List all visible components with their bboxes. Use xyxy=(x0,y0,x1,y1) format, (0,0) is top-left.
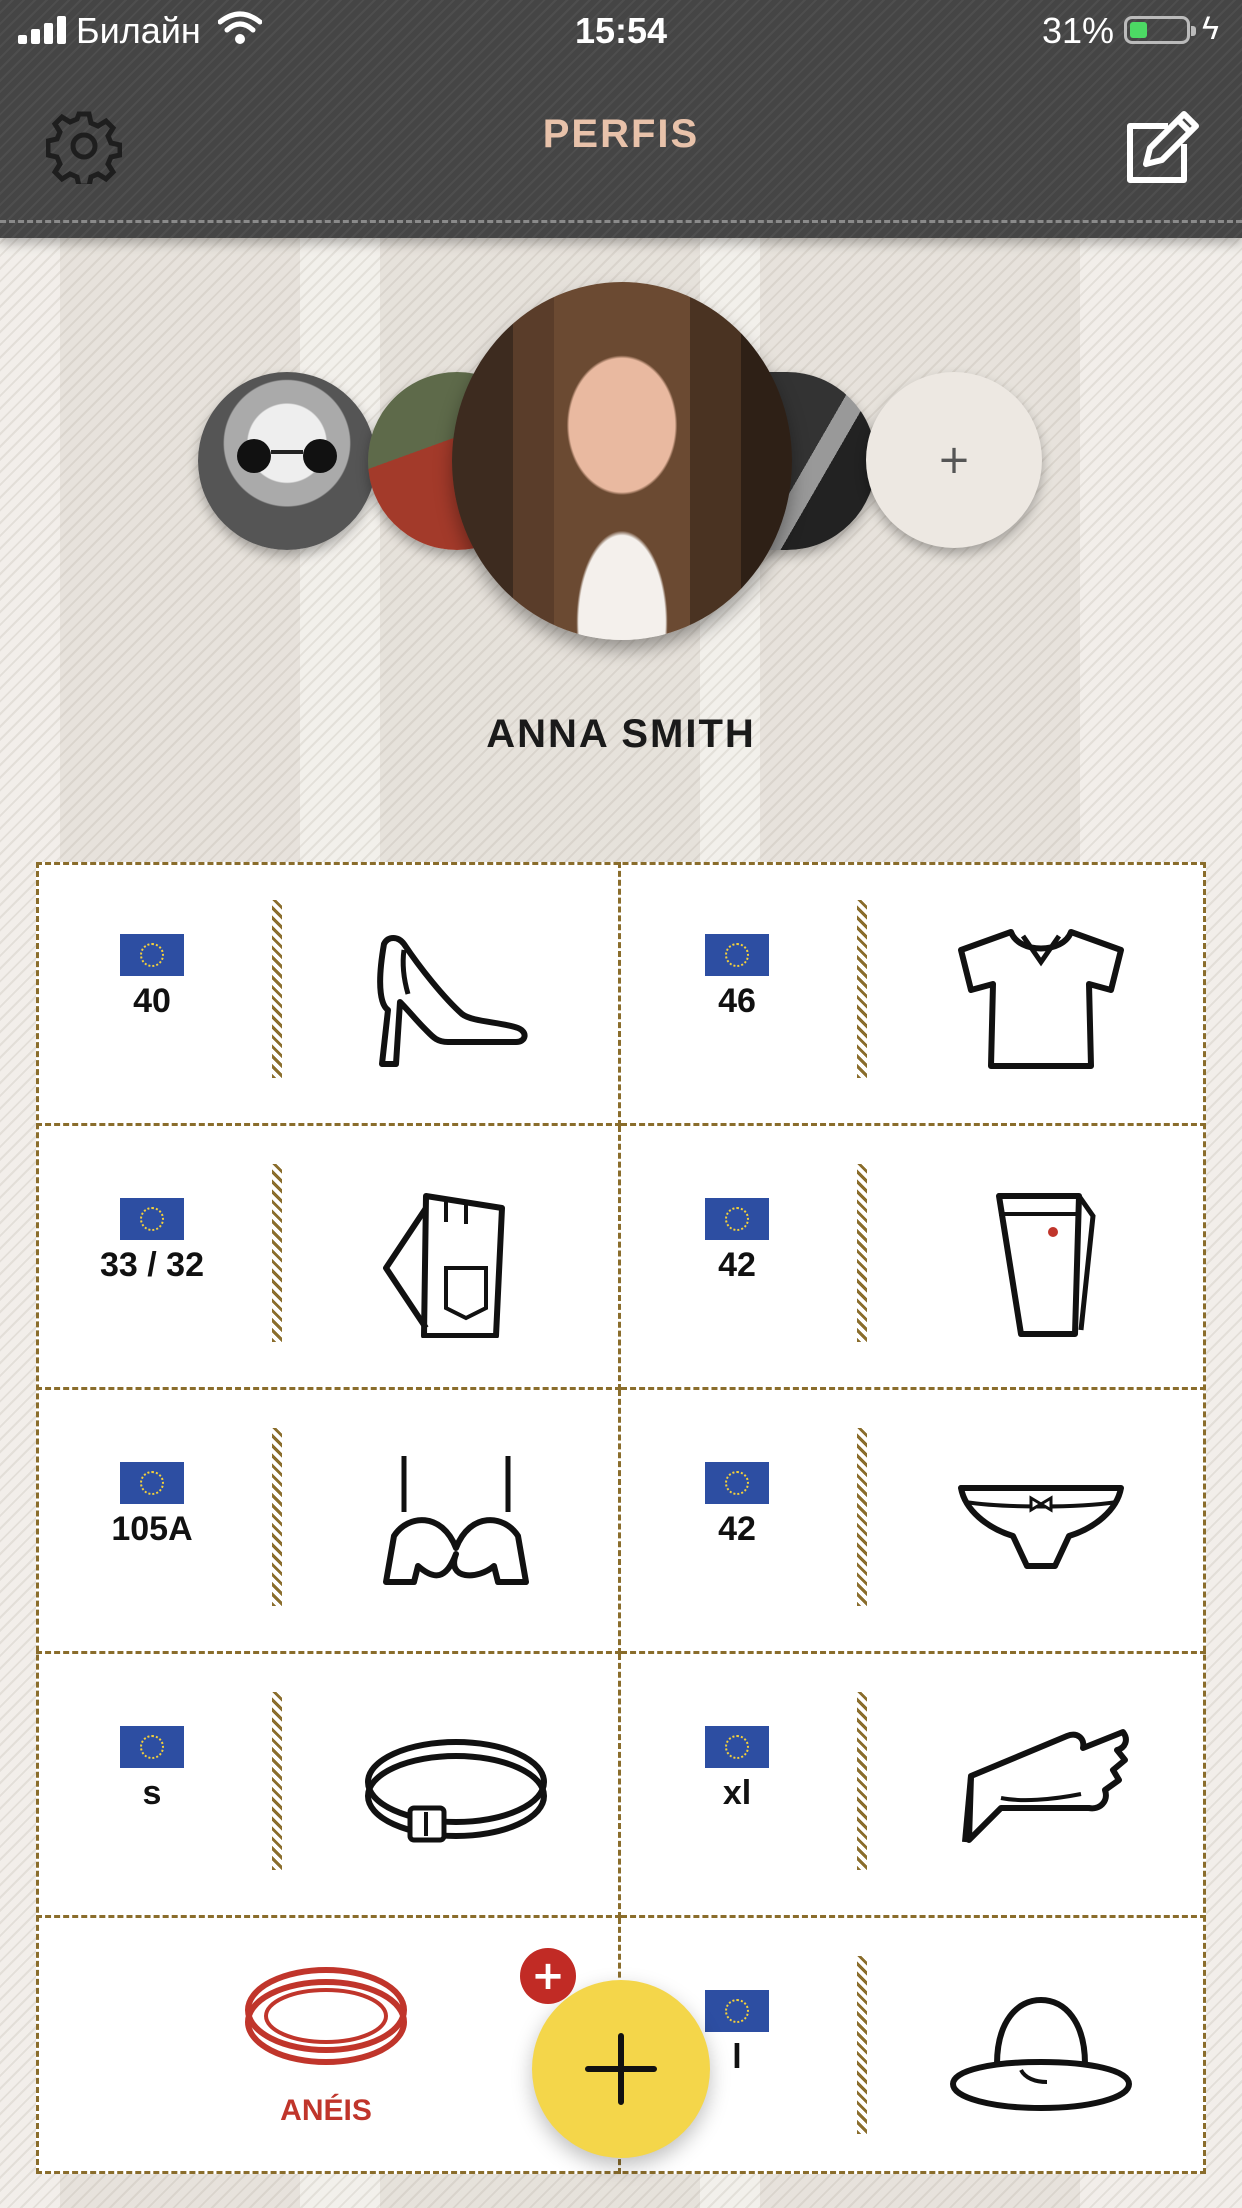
divider xyxy=(272,900,282,1078)
size-card-belt[interactable]: s xyxy=(36,1654,621,1918)
eu-flag-icon xyxy=(705,1726,769,1768)
size-value: 42 xyxy=(718,1246,756,1284)
plus-icon xyxy=(585,2033,657,2105)
size-value: xl xyxy=(722,1774,752,1812)
size-value: 105A xyxy=(111,1510,193,1548)
eu-flag-icon xyxy=(120,1726,184,1768)
hat-icon xyxy=(949,1996,1133,2112)
edit-button[interactable] xyxy=(1122,108,1202,188)
size-card-trousers[interactable]: 42 xyxy=(621,1126,1206,1390)
divider xyxy=(857,1692,867,1870)
trousers-icon xyxy=(996,1193,1096,1337)
top-bar: Билайн 15:54 31% ϟ PERFIS xyxy=(0,0,1242,238)
battery-percent: 31% xyxy=(1042,10,1115,51)
size-value: 46 xyxy=(718,982,756,1020)
add-item-button[interactable] xyxy=(532,1980,710,2158)
edit-icon xyxy=(1127,111,1199,183)
divider xyxy=(272,1428,282,1606)
active-profile-avatar[interactable] xyxy=(452,282,792,640)
eu-flag-icon xyxy=(705,1990,769,2032)
eu-flag-icon xyxy=(705,934,769,976)
size-card-jeans[interactable]: 33 / 32 xyxy=(36,1126,621,1390)
divider xyxy=(857,1956,867,2134)
size-card-panties[interactable]: 42 xyxy=(621,1390,1206,1654)
size-card-shoes[interactable]: 40 xyxy=(36,862,621,1126)
add-badge[interactable]: + xyxy=(520,1948,576,2004)
status-bar: Билайн 15:54 31% ϟ xyxy=(0,0,1242,62)
add-profile-button[interactable]: + xyxy=(866,372,1042,548)
size-value: 33 / 32 xyxy=(100,1246,204,1284)
ring-icon xyxy=(245,1967,407,2065)
size-value: s xyxy=(142,1774,162,1812)
battery-icon xyxy=(1124,16,1196,44)
divider xyxy=(857,900,867,1078)
eu-flag-icon xyxy=(120,1198,184,1240)
profile-avatar-1[interactable] xyxy=(198,372,376,550)
gloves-icon xyxy=(962,1729,1129,1843)
charging-icon: ϟ xyxy=(1202,10,1219,46)
eu-flag-icon xyxy=(705,1462,769,1504)
rings-label: ANÉIS xyxy=(280,2094,372,2127)
panties-icon xyxy=(958,1485,1124,1569)
profile-name: ANNA SMITH xyxy=(486,712,756,756)
size-grid: 40 46 33 / 32 42 105A 42 s xl ANÉIS l xyxy=(36,862,1206,2174)
divider xyxy=(857,1164,867,1342)
divider xyxy=(857,1428,867,1606)
tshirt-icon xyxy=(958,929,1124,1069)
divider xyxy=(272,1164,282,1342)
size-value: 40 xyxy=(133,982,171,1020)
size-card-bra[interactable]: 105A xyxy=(36,1390,621,1654)
divider xyxy=(272,1692,282,1870)
eu-flag-icon xyxy=(120,934,184,976)
jeans-icon xyxy=(383,1193,505,1338)
sunglasses-image xyxy=(237,439,337,473)
belt-icon xyxy=(365,1739,547,1843)
size-card-gloves[interactable]: xl xyxy=(621,1654,1206,1918)
eu-flag-icon xyxy=(120,1462,184,1504)
size-card-tshirt[interactable]: 46 xyxy=(621,862,1206,1126)
bra-icon xyxy=(383,1456,529,1585)
eu-flag-icon xyxy=(705,1198,769,1240)
heel-shoe-icon xyxy=(377,935,528,1067)
size-value: 42 xyxy=(718,1510,756,1548)
plus-icon: + xyxy=(937,437,971,483)
page-title: PERFIS xyxy=(542,112,700,156)
